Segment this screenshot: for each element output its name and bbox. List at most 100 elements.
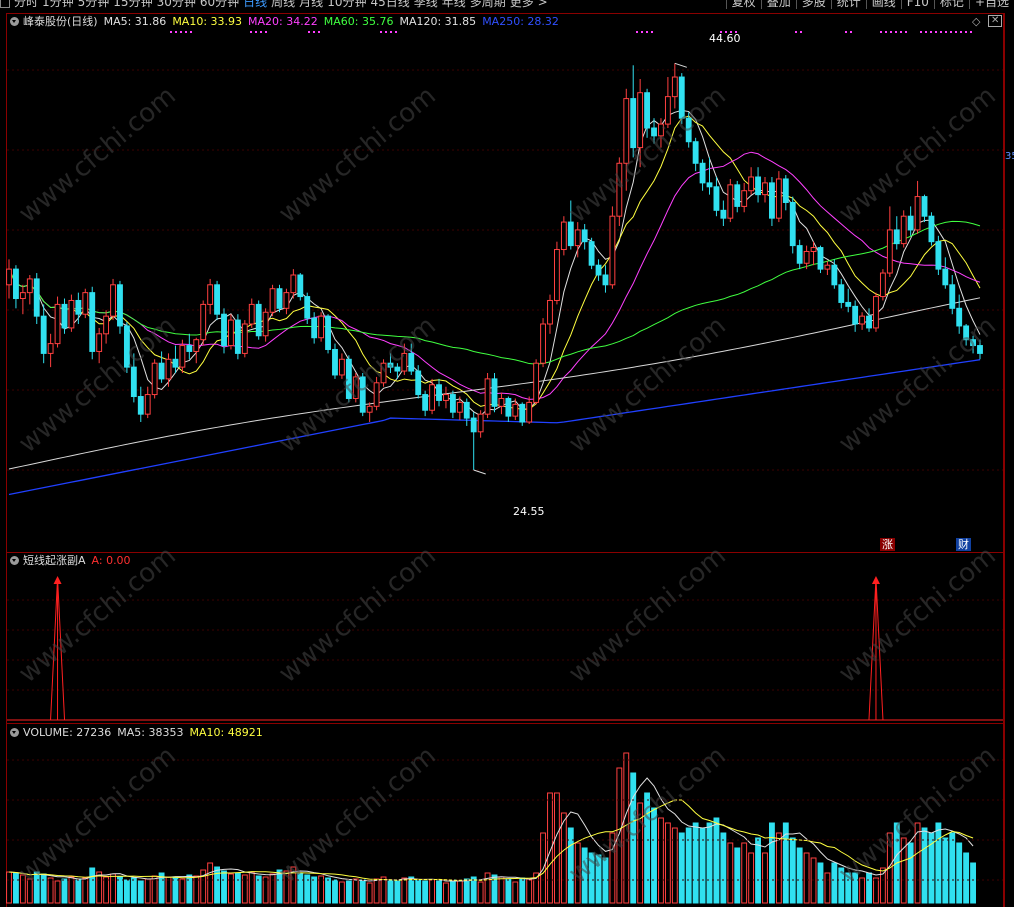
volume-bar — [380, 876, 387, 904]
volume-bar — [470, 876, 477, 904]
candle-body — [228, 319, 234, 347]
volume-bar — [720, 832, 727, 904]
volume-bar — [505, 878, 512, 904]
volume-bar — [401, 877, 408, 904]
candle-body — [588, 241, 595, 266]
volume-bar — [82, 877, 89, 904]
volume-bar — [484, 872, 491, 904]
signal-dot — [945, 31, 947, 33]
volume-bar — [332, 879, 338, 904]
indicator-dropdown-icon[interactable] — [10, 556, 19, 565]
candle-body — [775, 178, 782, 219]
signal-dot — [930, 31, 932, 33]
signal-dot — [646, 31, 648, 33]
volume-bar — [699, 827, 706, 904]
volume-bar — [415, 879, 422, 904]
candle-body — [810, 247, 817, 252]
volume-bar — [61, 878, 68, 904]
candle-body — [893, 229, 900, 245]
volume-bar — [123, 879, 130, 904]
settings-dropdown-icon[interactable] — [10, 17, 19, 26]
candle-body — [470, 417, 477, 433]
volume-bar — [13, 872, 19, 904]
candle-body — [581, 229, 588, 243]
volume-bar — [692, 822, 699, 904]
signal-dot — [920, 31, 922, 33]
candle-body — [560, 221, 567, 251]
volume-bar — [179, 878, 186, 904]
candle-body — [942, 268, 949, 286]
signal-dot — [636, 31, 638, 33]
volume-bar — [498, 876, 505, 904]
candle-body — [533, 362, 540, 403]
indicator-value: A: 0.00 — [91, 554, 131, 567]
candle-body — [13, 268, 19, 300]
signal-dot — [175, 31, 177, 33]
volume-bar — [422, 880, 429, 904]
candle-body — [68, 299, 75, 329]
candle-body — [692, 141, 699, 164]
candle-body — [6, 268, 12, 286]
volume-value: VOLUME: 27236 — [23, 726, 112, 739]
candle-body — [782, 178, 789, 203]
volume-bar — [103, 876, 110, 904]
signal-dot — [970, 31, 972, 33]
candle-body — [117, 284, 123, 327]
volume-bar — [678, 832, 685, 904]
signal-dot — [313, 31, 315, 33]
ma-label-ma250: MA250: 28.32 — [482, 15, 559, 28]
volume-bar — [117, 876, 123, 904]
candle-body — [831, 264, 838, 286]
candle-body — [907, 215, 914, 231]
signal-dot — [885, 31, 887, 33]
candle-body — [866, 315, 872, 329]
candle-body — [241, 323, 248, 354]
signal-dot — [180, 31, 182, 33]
cai-tag[interactable]: 财 — [956, 538, 971, 551]
signal-dot — [265, 31, 267, 33]
volume-bar — [463, 878, 470, 904]
signal-dot — [880, 31, 882, 33]
candle-body — [61, 303, 68, 329]
zhang-tag[interactable]: 涨 — [880, 538, 895, 551]
signal-dot — [900, 31, 902, 33]
candle-body — [838, 284, 845, 303]
signal-dot — [800, 31, 802, 33]
candle-body — [137, 396, 144, 415]
close-icon[interactable]: ✕ — [988, 15, 1003, 27]
volume-bar — [477, 881, 484, 904]
ma-label-ma5: MA5: 31.86 — [103, 15, 167, 28]
candle-body — [769, 182, 775, 219]
signal-dot — [250, 31, 252, 33]
volume-dropdown-icon[interactable] — [10, 728, 19, 737]
candle-body — [741, 190, 748, 207]
candle-body — [602, 274, 609, 286]
diamond-icon[interactable]: ◇ — [970, 15, 982, 28]
volume-bar — [408, 876, 415, 904]
signal-dot — [308, 31, 310, 33]
candle-body — [609, 215, 616, 286]
candle-body — [96, 333, 103, 352]
low-marker — [473, 469, 486, 475]
indicator-legend: 短线起涨副A A: 0.00 — [10, 554, 137, 568]
volume-bar — [789, 837, 796, 904]
volume-bar — [519, 877, 526, 904]
candle-body — [318, 315, 325, 339]
candle-body — [928, 215, 935, 243]
volume-bar — [671, 827, 678, 904]
volume-bar — [762, 852, 768, 904]
candle-body — [519, 403, 526, 423]
candle-body — [956, 307, 963, 327]
candle-body — [332, 348, 338, 376]
candle-body — [200, 303, 207, 341]
volume-ma5-line — [8, 777, 974, 882]
volume-bar — [165, 876, 172, 904]
volume-bar — [144, 878, 151, 904]
signal-dot — [850, 31, 852, 33]
volume-bar — [352, 878, 359, 904]
candle-body — [574, 229, 581, 247]
candle-body — [873, 296, 879, 329]
volume-bar — [304, 874, 311, 904]
volume-bar — [338, 881, 345, 904]
volume-bar — [89, 867, 96, 904]
